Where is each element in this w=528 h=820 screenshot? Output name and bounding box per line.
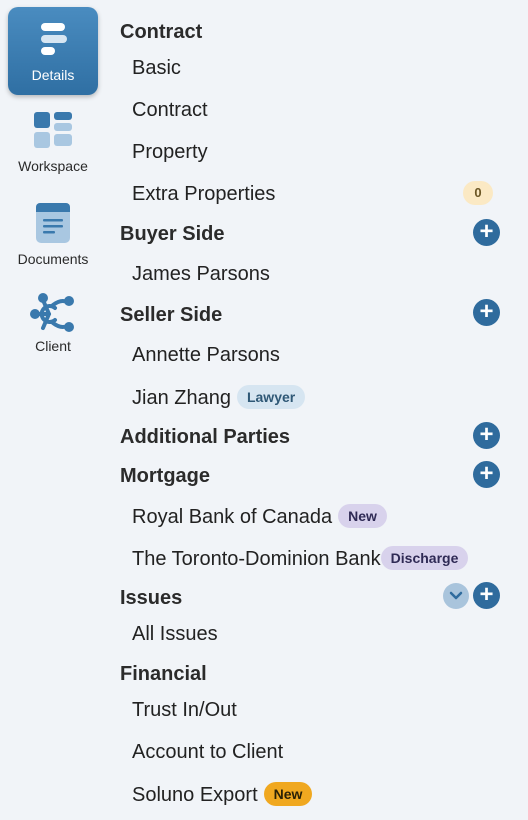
section-header-additional-parties: Additional Parties <box>120 426 291 448</box>
nav-item-james-parsons[interactable]: James Parsons <box>132 262 270 286</box>
section-header-buyer-side: Buyer Side <box>120 223 225 245</box>
section-header-mortgage: Mortgage <box>120 465 210 487</box>
add-buyer-button[interactable]: + <box>473 219 500 246</box>
new-badge-orange: New <box>263 782 313 806</box>
nav-item-extra-properties[interactable]: Extra Properties <box>132 182 275 206</box>
add-issue-button[interactable]: + <box>473 582 500 609</box>
nav-item-toronto-dominion-bank[interactable]: The Toronto-Dominion Bank Discharge <box>132 546 469 571</box>
lawyer-badge: Lawyer <box>236 385 306 409</box>
nav-item-jian-zhang-label: Jian Zhang <box>132 387 231 409</box>
nav-item-basic[interactable]: Basic <box>132 56 181 80</box>
extra-properties-count-badge: 0 <box>463 181 493 205</box>
chevron-down-icon <box>449 591 463 600</box>
section-header-issues: Issues <box>120 587 183 609</box>
nav-item-account-to-client[interactable]: Account to Client <box>132 740 283 764</box>
nav-item-property[interactable]: Property <box>132 140 208 164</box>
nav-item-contract[interactable]: Contract <box>132 98 208 122</box>
discharge-badge: Discharge <box>380 546 469 570</box>
section-header-financial: Financial <box>120 663 207 685</box>
nav-item-td-bank-label: The Toronto-Dominion Bank <box>132 548 381 570</box>
collapse-issues-button[interactable] <box>443 583 469 609</box>
add-mortgage-button[interactable]: + <box>473 461 500 488</box>
nav-item-annette-parsons[interactable]: Annette Parsons <box>132 343 280 367</box>
nav-item-trust-in-out[interactable]: Trust In/Out <box>132 698 237 722</box>
section-header-contract: Contract <box>120 21 203 43</box>
nav-item-royal-bank-of-canada[interactable]: Royal Bank of Canada New <box>132 504 387 529</box>
nav-item-soluno-export-label: Soluno Export <box>132 784 258 806</box>
nav-item-royal-bank-label: Royal Bank of Canada <box>132 506 333 528</box>
add-seller-button[interactable]: + <box>473 299 500 326</box>
nav-item-jian-zhang[interactable]: Jian Zhang Lawyer <box>132 385 306 410</box>
new-badge: New <box>338 504 387 528</box>
navigation-tree: Contract Basic Contract Property Extra P… <box>0 0 528 820</box>
nav-item-soluno-export[interactable]: Soluno Export New <box>132 782 313 807</box>
nav-item-all-issues[interactable]: All Issues <box>132 622 218 646</box>
section-header-seller-side: Seller Side <box>120 304 223 326</box>
add-additional-party-button[interactable]: + <box>473 422 500 449</box>
